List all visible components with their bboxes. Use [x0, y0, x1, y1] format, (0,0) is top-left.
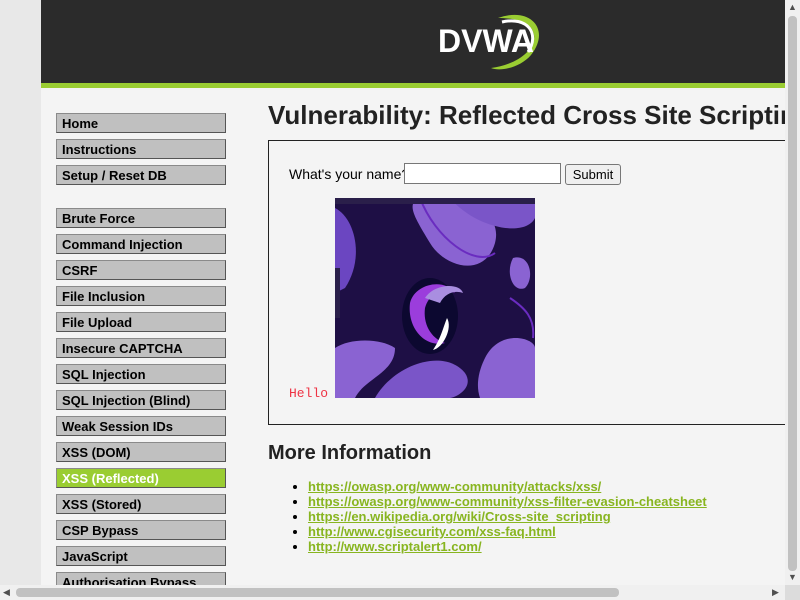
hello-output-text: Hello: [289, 386, 329, 401]
vertical-scrollbar-thumb[interactable]: [788, 16, 797, 571]
injected-image: [335, 198, 535, 398]
dvwa-logo: DVWA: [438, 14, 539, 70]
name-input[interactable]: [404, 163, 561, 184]
list-item: http://www.cgisecurity.com/xss-faq.html: [308, 524, 707, 539]
scroll-left-arrow-icon[interactable]: ◀: [3, 587, 10, 598]
sidebar-item-sql-injection-blind[interactable]: SQL Injection (Blind): [56, 390, 226, 410]
sidebar-item-csp-bypass[interactable]: CSP Bypass: [56, 520, 226, 540]
link-scriptalert1[interactable]: http://www.scriptalert1.com/: [308, 539, 482, 554]
list-item: https://owasp.org/www-community/attacks/…: [308, 479, 707, 494]
sidebar-item-javascript[interactable]: JavaScript: [56, 546, 226, 566]
svg-text:DVWA: DVWA: [438, 23, 534, 59]
sidebar-item-authorisation-bypass[interactable]: Authorisation Bypass: [56, 572, 226, 585]
sidebar-item-weak-session-ids[interactable]: Weak Session IDs: [56, 416, 226, 436]
name-field-label: What's your name?: [289, 166, 410, 182]
sidebar-item-file-inclusion[interactable]: File Inclusion: [56, 286, 226, 306]
scroll-down-arrow-icon[interactable]: ▼: [788, 572, 797, 582]
page-margin: [0, 0, 41, 585]
sidebar-item-xss-stored[interactable]: XSS (Stored): [56, 494, 226, 514]
vulnerable-code-area: What's your name? Submit Hello: [268, 140, 785, 425]
list-item: https://owasp.org/www-community/xss-filt…: [308, 494, 707, 509]
scrollbar-corner: [785, 585, 800, 600]
page-title: Vulnerability: Reflected Cross Site Scri…: [268, 100, 785, 130]
sidebar-item-xss-reflected[interactable]: XSS (Reflected): [56, 468, 226, 488]
sidebar-item-file-upload[interactable]: File Upload: [56, 312, 226, 332]
sidebar-item-home[interactable]: Home: [56, 113, 226, 133]
vertical-scrollbar[interactable]: ▲ ▼: [785, 0, 800, 585]
sidebar-item-xss-dom[interactable]: XSS (DOM): [56, 442, 226, 462]
link-owasp-xss[interactable]: https://owasp.org/www-community/attacks/…: [308, 479, 601, 494]
sidebar-item-command-injection[interactable]: Command Injection: [56, 234, 226, 254]
link-owasp-evasion-cheatsheet[interactable]: https://owasp.org/www-community/xss-filt…: [308, 494, 707, 509]
header-banner: DVWA: [41, 0, 785, 88]
scroll-right-arrow-icon[interactable]: ▶: [772, 587, 779, 598]
link-wikipedia-xss[interactable]: https://en.wikipedia.org/wiki/Cross-site…: [308, 509, 611, 524]
browser-viewport: DVWA Home Instructions Setup / Reset DB …: [0, 0, 785, 585]
sidebar-item-setup-reset-db[interactable]: Setup / Reset DB: [56, 165, 226, 185]
more-info-links: https://owasp.org/www-community/attacks/…: [290, 479, 707, 554]
list-item: http://www.scriptalert1.com/: [308, 539, 707, 554]
list-item: https://en.wikipedia.org/wiki/Cross-site…: [308, 509, 707, 524]
sidebar-item-insecure-captcha[interactable]: Insecure CAPTCHA: [56, 338, 226, 358]
sidebar-item-instructions[interactable]: Instructions: [56, 139, 226, 159]
horizontal-scrollbar-thumb[interactable]: [16, 588, 619, 597]
sidebar-item-brute-force[interactable]: Brute Force: [56, 208, 226, 228]
link-cgisecurity-faq[interactable]: http://www.cgisecurity.com/xss-faq.html: [308, 524, 556, 539]
sidebar-item-sql-injection[interactable]: SQL Injection: [56, 364, 226, 384]
sidebar-item-csrf[interactable]: CSRF: [56, 260, 226, 280]
submit-button[interactable]: Submit: [565, 164, 621, 185]
horizontal-scrollbar[interactable]: ◀ ▶: [0, 585, 785, 600]
scroll-up-arrow-icon[interactable]: ▲: [788, 2, 797, 12]
more-information-heading: More Information: [268, 442, 432, 464]
